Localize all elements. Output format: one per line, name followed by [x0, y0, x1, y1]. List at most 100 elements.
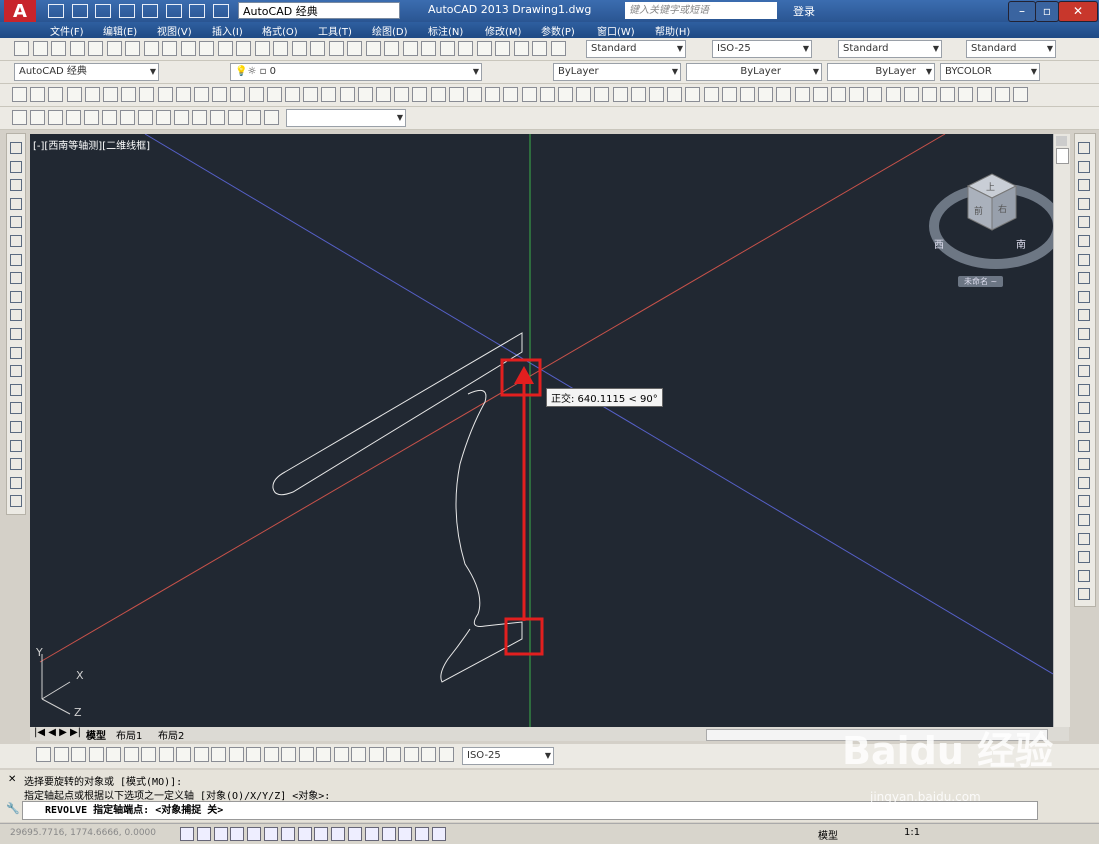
dimension-tool-button-22[interactable]: [403, 747, 419, 762]
wrench-icon[interactable]: 🔧: [6, 802, 20, 815]
menu-help[interactable]: 帮助(H): [655, 23, 690, 38]
modeling-tool-button-27[interactable]: [485, 87, 501, 102]
dimension-tool-button-9[interactable]: [176, 747, 191, 762]
view-tool-button-12[interactable]: [210, 110, 225, 125]
modeling-tool-button-41[interactable]: [740, 87, 755, 102]
drafting-toggle-7[interactable]: [280, 827, 295, 841]
drafting-toggle-13[interactable]: [381, 827, 396, 841]
undo-icon[interactable]: [189, 4, 205, 18]
modeling-tool-button-45[interactable]: [812, 87, 828, 102]
mleader-style-select[interactable]: Standard ▼: [966, 40, 1056, 58]
drafting-toggle-2[interactable]: [196, 827, 211, 841]
modeling-tool-button-24[interactable]: [430, 87, 446, 102]
modeling-tool-button-30[interactable]: [539, 87, 555, 102]
standard-tool-button-17[interactable]: [310, 41, 325, 56]
menu-format[interactable]: 格式(O): [262, 23, 298, 38]
modeling-tool-button-33[interactable]: [594, 87, 610, 102]
draw-tool-icon-17[interactable]: [10, 439, 22, 452]
modeling-tool-button-48[interactable]: [867, 87, 883, 102]
modify-tool-icon-8[interactable]: [1078, 272, 1090, 285]
standard-tool-button-22[interactable]: [402, 41, 418, 56]
menu-parametric[interactable]: 参数(P): [541, 23, 575, 38]
view-select[interactable]: ▼: [286, 109, 406, 127]
modeling-tool-button-19[interactable]: [339, 87, 355, 102]
print-icon[interactable]: [165, 4, 182, 18]
drafting-toggle-14[interactable]: [398, 827, 413, 841]
modeling-tool-button-29[interactable]: [521, 87, 537, 102]
modeling-tool-button-46[interactable]: [831, 87, 846, 102]
modify-tool-icon-22[interactable]: [1078, 532, 1090, 545]
standard-tool-button-11[interactable]: [199, 41, 214, 56]
modeling-tool-button-40[interactable]: [721, 87, 737, 102]
view-tool-button-1[interactable]: [12, 110, 27, 125]
modeling-tool-button-18[interactable]: [321, 87, 337, 102]
modeling-tool-button-56[interactable]: [1013, 87, 1028, 102]
modify-tool-icon-9[interactable]: [1078, 290, 1090, 303]
modeling-tool-button-54[interactable]: [976, 87, 992, 102]
view-tool-button-10[interactable]: [174, 110, 189, 125]
redo-icon[interactable]: [212, 4, 229, 18]
menu-dimension[interactable]: 标注(N): [428, 23, 463, 38]
maximize-button[interactable]: ▫: [1035, 1, 1059, 22]
modeling-tool-button-34[interactable]: [612, 87, 628, 102]
modify-tool-icon-10[interactable]: [1078, 309, 1090, 322]
dimension-tool-button-7[interactable]: [141, 747, 156, 762]
dimension-tool-button-6[interactable]: [123, 747, 139, 762]
standard-tool-button-20[interactable]: [365, 41, 381, 56]
modeling-tool-button-13[interactable]: [230, 87, 246, 102]
modify-tool-icon-21[interactable]: [1078, 514, 1090, 526]
modeling-tool-button-35[interactable]: [630, 87, 646, 102]
standard-tool-button-1[interactable]: [14, 41, 29, 56]
tab-nav-arrows[interactable]: |◀ ◀ ▶ ▶|: [34, 727, 81, 738]
dimension-tool-button-4[interactable]: [88, 747, 104, 762]
view-tool-button-8[interactable]: [138, 110, 153, 125]
modify-tool-icon-4[interactable]: [1078, 197, 1090, 210]
modeling-tool-button-2[interactable]: [30, 87, 46, 102]
modeling-tool-button-12[interactable]: [212, 87, 228, 102]
standard-tool-button-25[interactable]: [458, 41, 473, 56]
app-logo[interactable]: A: [4, 0, 36, 24]
modeling-tool-button-28[interactable]: [503, 87, 519, 102]
modify-tool-icon-19[interactable]: [1078, 476, 1090, 489]
dimension-tool-button-1[interactable]: [36, 747, 51, 762]
standard-tool-button-10[interactable]: [180, 41, 196, 56]
new-icon[interactable]: [48, 4, 64, 18]
workspace-combo[interactable]: AutoCAD 经典 ▼: [14, 63, 159, 81]
drafting-toggle-3[interactable]: [213, 827, 228, 841]
standard-tool-button-23[interactable]: [421, 41, 436, 56]
standard-tool-button-16[interactable]: [291, 41, 307, 56]
drawing-viewport[interactable]: Y X Z 上 前 右 西 南: [30, 134, 1053, 727]
view-tool-button-7[interactable]: [120, 110, 135, 125]
modeling-tool-button-55[interactable]: [994, 87, 1010, 102]
modeling-tool-button-39[interactable]: [703, 87, 719, 102]
menu-insert[interactable]: 插入(I): [212, 23, 243, 38]
modify-tool-icon-16[interactable]: [1078, 421, 1090, 433]
standard-tool-button-9[interactable]: [162, 41, 177, 56]
modeling-tool-button-47[interactable]: [849, 87, 865, 102]
drafting-toggle-9[interactable]: [314, 827, 329, 841]
modeling-tool-button-52[interactable]: [940, 87, 956, 102]
modeling-tool-button-20[interactable]: [357, 87, 373, 102]
draw-tool-icon-12[interactable]: [10, 346, 22, 359]
modify-tool-icon-24[interactable]: [1078, 569, 1090, 582]
modeling-tool-button-43[interactable]: [776, 87, 792, 102]
annotation-scale[interactable]: 1:1: [904, 827, 920, 838]
view-tool-button-5[interactable]: [84, 110, 99, 125]
modify-tool-icon-6[interactable]: [1078, 235, 1090, 247]
dimension-tool-button-20[interactable]: [368, 747, 384, 762]
modeling-tool-button-38[interactable]: [685, 87, 701, 102]
standard-tool-button-8[interactable]: [143, 41, 159, 56]
draw-tool-icon-13[interactable]: [10, 365, 22, 378]
view-tool-button-15[interactable]: [264, 110, 279, 125]
dimension-tool-button-10[interactable]: [193, 747, 209, 762]
draw-tool-icon-6[interactable]: [10, 235, 22, 247]
lineweight-select[interactable]: ByLayer ▼: [827, 63, 935, 81]
modeling-tool-button-53[interactable]: [958, 87, 974, 102]
modeling-tool-button-51[interactable]: [922, 87, 937, 102]
model-space-toggle[interactable]: 模型: [818, 827, 838, 842]
modeling-tool-button-15[interactable]: [266, 87, 282, 102]
modify-tool-icon-2[interactable]: [1078, 160, 1090, 173]
standard-tool-button-2[interactable]: [32, 41, 48, 56]
layer-select[interactable]: 💡☼ ▫ 0 ▼: [230, 63, 482, 81]
dimension-tool-button-19[interactable]: [351, 747, 366, 762]
